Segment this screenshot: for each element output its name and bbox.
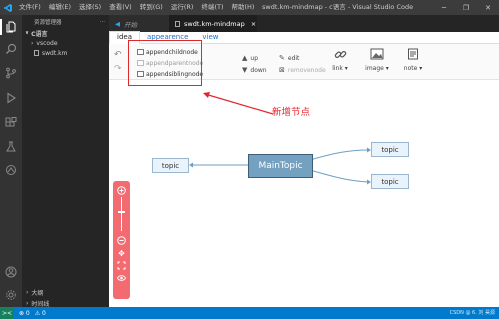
remote-explorer-icon[interactable] xyxy=(3,162,19,178)
eye-icon[interactable] xyxy=(117,273,126,282)
fit-view-icon[interactable] xyxy=(117,261,126,270)
remove-label: removenode xyxy=(287,66,326,74)
tree-item-label: swdt.km xyxy=(42,49,68,57)
image-button[interactable]: image ▾ xyxy=(362,46,392,78)
topic-node-right-bottom[interactable]: topic xyxy=(371,174,409,189)
annotation-arrowhead xyxy=(203,92,210,98)
account-icon[interactable] xyxy=(3,264,19,280)
main-topic-node[interactable]: MainTopic xyxy=(248,154,313,178)
edit-button[interactable]: ✎ edit xyxy=(279,53,299,63)
close-icon[interactable]: ✕ xyxy=(477,0,499,15)
vscode-small-icon: ◀ xyxy=(115,19,120,28)
chevron-right-icon: › xyxy=(26,299,29,307)
menu-file[interactable]: 文件(F) xyxy=(15,0,45,15)
caret-down-icon: ▾ xyxy=(385,65,389,72)
menu-selection[interactable]: 选择(S) xyxy=(75,0,105,15)
minimize-icon[interactable]: ─ xyxy=(433,0,455,15)
tree-item-label: vscode xyxy=(36,39,58,47)
undo-icon[interactable]: ↶ xyxy=(114,50,122,61)
topic-node-left[interactable]: topic xyxy=(152,158,189,173)
file-icon xyxy=(34,50,39,56)
watermark: CSDN @ 6. 刘 昊源 xyxy=(449,310,495,316)
title-bar: 文件(F) 编辑(E) 选择(S) 查看(V) 转到(G) 运行(R) 终端(T… xyxy=(0,0,499,15)
explorer-more-icon[interactable]: ··· xyxy=(100,19,105,25)
hand-drag-icon[interactable]: ✥ xyxy=(117,249,126,258)
testing-icon[interactable] xyxy=(3,139,19,155)
chevron-down-icon: ∨ xyxy=(25,30,30,36)
menu-bar: 文件(F) 编辑(E) 选择(S) 查看(V) 转到(G) 运行(R) 终端(T… xyxy=(15,0,258,15)
maximize-icon[interactable]: ❐ xyxy=(455,0,477,15)
settings-gear-icon[interactable] xyxy=(3,287,19,303)
close-tab-icon[interactable]: × xyxy=(251,20,256,28)
folder-root[interactable]: ∨ C语言 xyxy=(22,28,109,38)
zoom-in-icon[interactable] xyxy=(117,186,126,195)
file-icon xyxy=(175,20,180,27)
chevron-right-icon: › xyxy=(31,39,34,47)
zoom-slider-handle[interactable] xyxy=(118,211,125,213)
remove-icon: ⊠ xyxy=(279,66,285,74)
note-icon xyxy=(407,46,419,62)
down-button[interactable]: ▼ down xyxy=(242,65,267,75)
annotation-text: 新增节点 xyxy=(272,107,311,118)
menu-terminal[interactable]: 终端(T) xyxy=(197,0,227,15)
zoom-track[interactable] xyxy=(121,197,122,231)
caret-down-icon: ▾ xyxy=(419,65,423,72)
editor-tabs: ◀ 开始 swdt.km-mindmap × xyxy=(109,15,499,32)
connector-right-bottom xyxy=(309,169,369,183)
status-bar: >< ⊗ 0 ⚠ 0 CSDN @ 6. 刘 昊源 xyxy=(0,307,499,319)
zoom-panel: ✥ xyxy=(113,181,130,299)
image-label: image xyxy=(365,65,384,72)
down-label: down xyxy=(250,66,267,74)
link-label: link xyxy=(332,65,343,72)
remove-node-button[interactable]: ⊠ removenode xyxy=(279,65,326,75)
extensions-icon[interactable] xyxy=(3,115,19,131)
search-icon[interactable] xyxy=(3,41,19,57)
tab-start[interactable]: ◀ 开始 xyxy=(109,15,169,32)
image-icon xyxy=(370,46,384,62)
tab-label: swdt.km-mindmap xyxy=(184,19,245,28)
edit-label: edit xyxy=(287,54,300,62)
source-control-icon[interactable] xyxy=(3,65,19,81)
tree-item-swdt[interactable]: swdt.km xyxy=(22,48,109,58)
tree-item-vscode[interactable]: › vscode xyxy=(22,38,109,48)
tab-swdt-mindmap[interactable]: swdt.km-mindmap × xyxy=(169,15,257,32)
caret-down-icon: ▾ xyxy=(344,65,348,72)
explorer-icon[interactable] xyxy=(0,19,22,35)
tab-label: 开始 xyxy=(124,20,137,29)
remote-indicator-icon[interactable]: >< xyxy=(0,307,14,319)
up-label: up xyxy=(250,54,259,62)
note-button[interactable]: note ▾ xyxy=(398,46,428,78)
explorer-title: 资源管理器 xyxy=(34,19,62,26)
edit-pencil-icon: ✎ xyxy=(279,54,285,62)
link-icon xyxy=(334,46,347,62)
connector-right-top xyxy=(309,149,369,161)
topic-node-right-top[interactable]: topic xyxy=(371,142,409,157)
activity-bar xyxy=(0,15,22,307)
annotation-highlight-box xyxy=(128,40,202,86)
menu-run[interactable]: 运行(R) xyxy=(167,0,198,15)
errors-count[interactable]: ⊗ 0 xyxy=(19,310,30,317)
menu-edit[interactable]: 编辑(E) xyxy=(45,0,75,15)
note-label: note xyxy=(403,65,418,72)
arrow-up-icon: ▲ xyxy=(242,54,248,62)
run-debug-icon[interactable] xyxy=(3,90,19,106)
zoom-out-icon[interactable] xyxy=(117,236,126,245)
menu-go[interactable]: 转到(G) xyxy=(136,0,167,15)
menu-help[interactable]: 帮助(H) xyxy=(227,0,258,15)
connector-left-arrowhead xyxy=(189,162,193,168)
up-button[interactable]: ▲ up xyxy=(242,53,258,63)
arrow-down-icon: ▼ xyxy=(242,66,248,74)
chevron-right-icon: › xyxy=(26,288,29,296)
explorer-sidebar: 资源管理器 ··· ∨ C语言 › vscode swdt.km › 大纲 › … xyxy=(22,15,109,308)
menu-view[interactable]: 查看(V) xyxy=(105,0,136,15)
redo-icon[interactable]: ↷ xyxy=(114,64,122,75)
warnings-count[interactable]: ⚠ 0 xyxy=(35,310,46,317)
outline-label: 大纲 xyxy=(31,289,44,297)
annotation-arrow xyxy=(204,93,274,115)
outline-section[interactable]: › 大纲 xyxy=(22,287,109,297)
link-button[interactable]: link ▾ xyxy=(325,46,355,78)
vscode-logo-icon xyxy=(0,0,15,15)
window-title: swdt.km-mindmap - c语言 - Visual Studio Co… xyxy=(262,3,414,11)
folder-label: C语言 xyxy=(31,30,48,38)
